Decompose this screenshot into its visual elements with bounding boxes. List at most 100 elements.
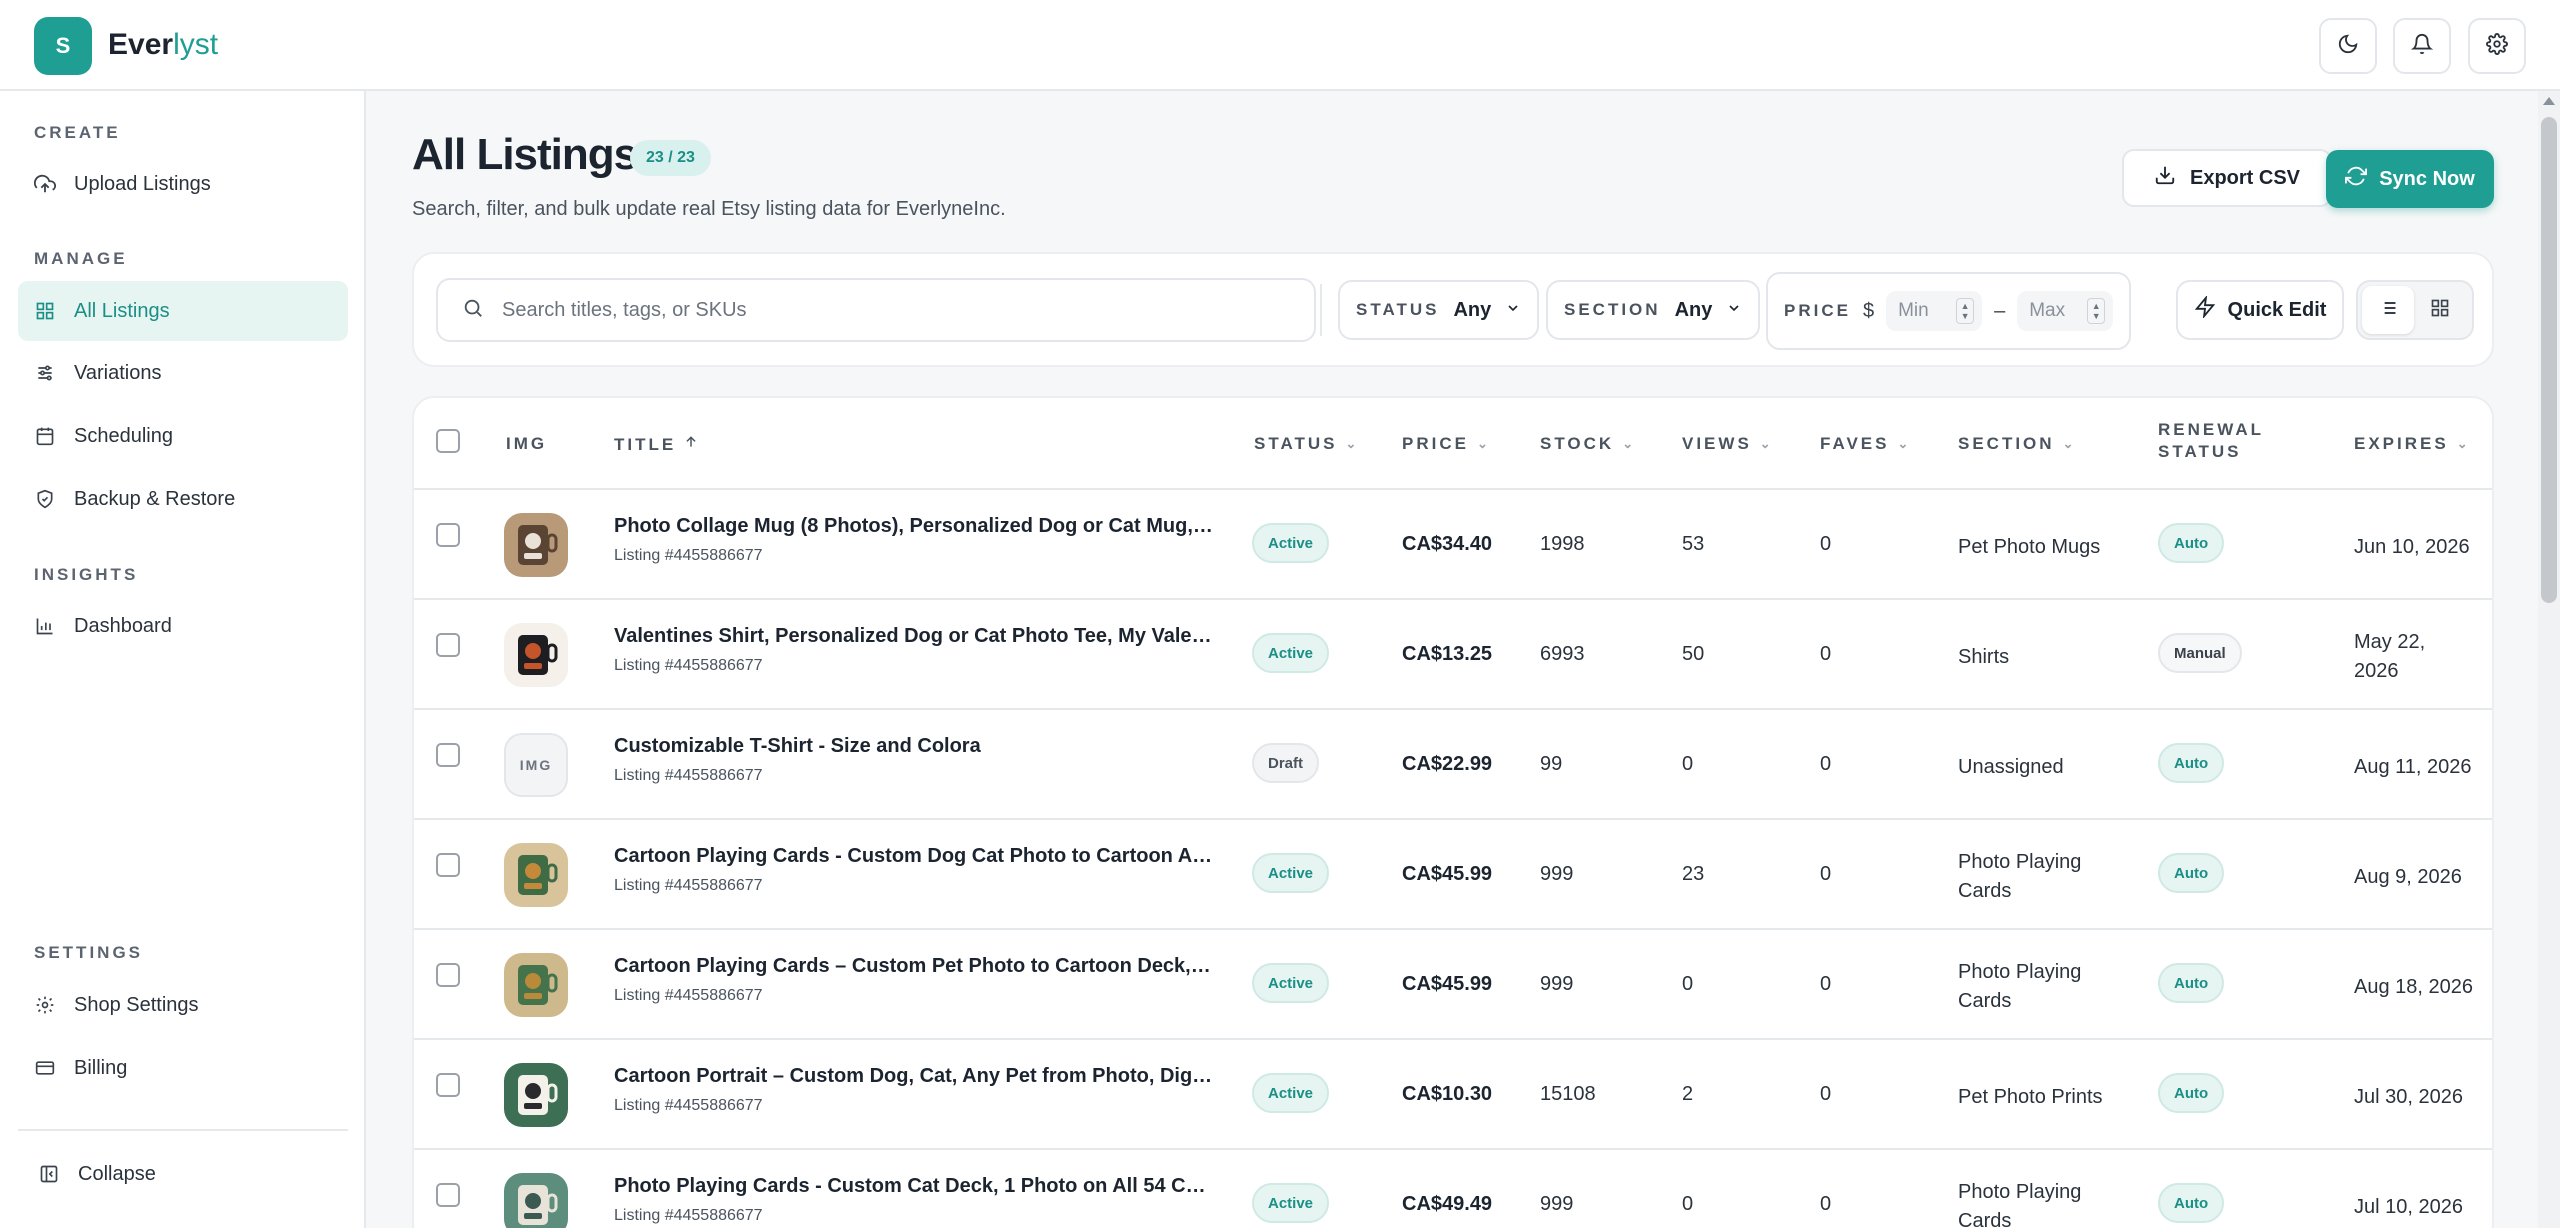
price-max-input[interactable]: Max ▲ ▼ bbox=[2017, 291, 2114, 331]
sidebar-item-billing[interactable]: Billing bbox=[18, 1038, 348, 1098]
listing-expires-line: Aug 11, 2026 bbox=[2354, 756, 2472, 778]
column-header-section[interactable]: SECTION ⌄ bbox=[1958, 434, 2073, 454]
renewal-badge[interactable]: Auto bbox=[2158, 853, 2225, 893]
listing-title[interactable]: Cartoon Playing Cards - Custom Dog Cat P… bbox=[614, 845, 1214, 868]
renewal-badge[interactable]: Manual bbox=[2158, 633, 2242, 673]
search-field[interactable] bbox=[436, 278, 1316, 342]
price-min-input[interactable]: Min ▲ ▼ bbox=[1886, 291, 1983, 331]
listing-price[interactable]: CA$22.99 bbox=[1402, 753, 1492, 776]
listing-stock[interactable]: 6993 bbox=[1540, 643, 1585, 666]
table-row[interactable]: Photo Playing Cards - Custom Cat Deck, 1… bbox=[414, 1150, 2492, 1228]
listing-title[interactable]: Photo Collage Mug (8 Photos), Personaliz… bbox=[614, 515, 1214, 538]
listing-price[interactable]: CA$45.99 bbox=[1402, 863, 1492, 886]
listing-price[interactable]: CA$13.25 bbox=[1402, 643, 1492, 666]
listing-section-line: Pet Photo Prints bbox=[1958, 1086, 2103, 1108]
listing-title[interactable]: Cartoon Portrait – Custom Dog, Cat, Any … bbox=[614, 1065, 1214, 1088]
stepper-icon[interactable]: ▲ ▼ bbox=[2087, 298, 2106, 324]
sidebar-item-shop-settings[interactable]: Shop Settings bbox=[18, 975, 348, 1035]
listing-section[interactable]: Photo Playing Cards bbox=[1958, 1178, 2081, 1228]
status-filter-dropdown[interactable]: STATUS Any bbox=[1338, 280, 1540, 340]
row-checkbox[interactable] bbox=[436, 1183, 460, 1207]
row-checkbox[interactable] bbox=[436, 963, 460, 987]
column-header-title[interactable]: TITLE bbox=[614, 434, 698, 455]
sidebar-collapse-button[interactable]: Collapse bbox=[22, 1144, 352, 1204]
row-checkbox[interactable] bbox=[436, 743, 460, 767]
column-header-renewal-status[interactable]: RENEWAL STATUS bbox=[2158, 420, 2264, 462]
renewal-badge[interactable]: Auto bbox=[2158, 1073, 2225, 1113]
listing-price[interactable]: CA$49.49 bbox=[1402, 1193, 1492, 1216]
sidebar-item-all-listings[interactable]: All Listings bbox=[18, 281, 348, 341]
sidebar-item-variations[interactable]: Variations bbox=[18, 343, 348, 403]
listing-thumbnail[interactable] bbox=[504, 843, 568, 907]
sync-now-button[interactable]: Sync Now bbox=[2326, 150, 2494, 208]
column-header-status[interactable]: STATUS ⌄ bbox=[1254, 434, 1356, 454]
row-checkbox[interactable] bbox=[436, 1073, 460, 1097]
listing-section[interactable]: Unassigned bbox=[1958, 753, 2064, 782]
page-scrollbar[interactable] bbox=[2538, 91, 2560, 1228]
search-input[interactable] bbox=[502, 298, 1262, 322]
renewal-badge[interactable]: Auto bbox=[2158, 523, 2225, 563]
listing-thumbnail[interactable] bbox=[504, 953, 568, 1017]
renewal-badge[interactable]: Auto bbox=[2158, 963, 2225, 1003]
table-row[interactable]: Cartoon Playing Cards - Custom Dog Cat P… bbox=[414, 820, 2492, 930]
scrollbar-thumb[interactable] bbox=[2541, 117, 2557, 603]
listing-stock[interactable]: 99 bbox=[1540, 753, 1562, 776]
column-header-faves[interactable]: FAVES ⌄ bbox=[1820, 434, 1908, 454]
column-header-views[interactable]: VIEWS ⌄ bbox=[1682, 434, 1771, 454]
listing-thumbnail[interactable] bbox=[504, 1173, 568, 1228]
sidebar-item-backup-restore[interactable]: Backup & Restore bbox=[18, 469, 348, 529]
listing-thumbnail[interactable] bbox=[504, 1063, 568, 1127]
section-filter-dropdown[interactable]: SECTION Any bbox=[1546, 280, 1761, 340]
table-row[interactable]: Photo Collage Mug (8 Photos), Personaliz… bbox=[414, 490, 2492, 600]
notifications-button[interactable] bbox=[2393, 18, 2451, 74]
listing-title[interactable]: Valentines Shirt, Personalized Dog or Ca… bbox=[614, 625, 1214, 648]
listing-price[interactable]: CA$34.40 bbox=[1402, 533, 1492, 556]
listing-stock[interactable]: 15108 bbox=[1540, 1083, 1596, 1106]
listing-price[interactable]: CA$10.30 bbox=[1402, 1083, 1492, 1106]
listing-title[interactable]: Customizable T-Shirt - Size and Colora bbox=[614, 735, 1214, 758]
row-checkbox[interactable] bbox=[436, 853, 460, 877]
quick-edit-button[interactable]: Quick Edit bbox=[2176, 280, 2344, 340]
theme-toggle-button[interactable] bbox=[2319, 18, 2377, 74]
table-row[interactable]: IMG Customizable T-Shirt - Size and Color… bbox=[414, 710, 2492, 820]
row-checkbox[interactable] bbox=[436, 633, 460, 657]
column-header-price[interactable]: PRICE ⌄ bbox=[1402, 434, 1488, 454]
select-all-checkbox[interactable] bbox=[436, 429, 460, 453]
table-row[interactable]: Cartoon Playing Cards – Custom Pet Photo… bbox=[414, 930, 2492, 1040]
export-csv-label: Export CSV bbox=[2189, 166, 2301, 189]
sidebar-item-scheduling[interactable]: Scheduling bbox=[18, 406, 348, 466]
renewal-badge[interactable]: Auto bbox=[2158, 743, 2225, 783]
grid-view-button[interactable] bbox=[2414, 286, 2466, 334]
stepper-icon[interactable]: ▲ ▼ bbox=[1956, 298, 1975, 324]
listing-section[interactable]: Pet Photo Prints bbox=[1958, 1083, 2103, 1112]
listing-thumbnail[interactable] bbox=[504, 623, 568, 687]
export-csv-button[interactable]: Export CSV bbox=[2122, 149, 2332, 207]
listing-stock[interactable]: 999 bbox=[1540, 863, 1573, 886]
listing-title[interactable]: Photo Playing Cards - Custom Cat Deck, 1… bbox=[614, 1175, 1214, 1198]
sidebar-item-dashboard[interactable]: Dashboard bbox=[18, 596, 348, 656]
table-row[interactable]: Cartoon Portrait – Custom Dog, Cat, Any … bbox=[414, 1040, 2492, 1150]
listing-section[interactable]: Shirts bbox=[1958, 643, 2009, 672]
listing-stock[interactable]: 1998 bbox=[1540, 533, 1585, 556]
column-header-expires[interactable]: EXPIRES ⌄ bbox=[2354, 434, 2468, 454]
scroll-up-arrow-icon[interactable] bbox=[2543, 97, 2555, 105]
table-row[interactable]: Valentines Shirt, Personalized Dog or Ca… bbox=[414, 600, 2492, 710]
column-header-stock[interactable]: STOCK ⌄ bbox=[1540, 434, 1633, 454]
settings-button[interactable] bbox=[2468, 18, 2526, 74]
listing-stock[interactable]: 999 bbox=[1540, 973, 1573, 996]
list-view-button[interactable] bbox=[2362, 286, 2414, 334]
listing-title[interactable]: Cartoon Playing Cards – Custom Pet Photo… bbox=[614, 955, 1214, 978]
listing-section[interactable]: Pet Photo Mugs bbox=[1958, 533, 2100, 562]
brand-logo[interactable]: Everlyst bbox=[108, 28, 218, 62]
row-checkbox[interactable] bbox=[436, 523, 460, 547]
shop-avatar[interactable]: S bbox=[34, 17, 92, 75]
listing-stock[interactable]: 999 bbox=[1540, 1193, 1573, 1216]
listing-id: Listing #4455886677 bbox=[614, 547, 763, 564]
renewal-badge[interactable]: Auto bbox=[2158, 1183, 2225, 1223]
listing-price[interactable]: CA$45.99 bbox=[1402, 973, 1492, 996]
listing-thumbnail[interactable] bbox=[504, 513, 568, 577]
listing-section[interactable]: Photo Playing Cards bbox=[1958, 958, 2081, 1016]
listing-section[interactable]: Photo Playing Cards bbox=[1958, 848, 2081, 906]
sidebar-item-upload-listings[interactable]: Upload Listings bbox=[18, 154, 348, 214]
calendar-icon bbox=[34, 425, 56, 447]
